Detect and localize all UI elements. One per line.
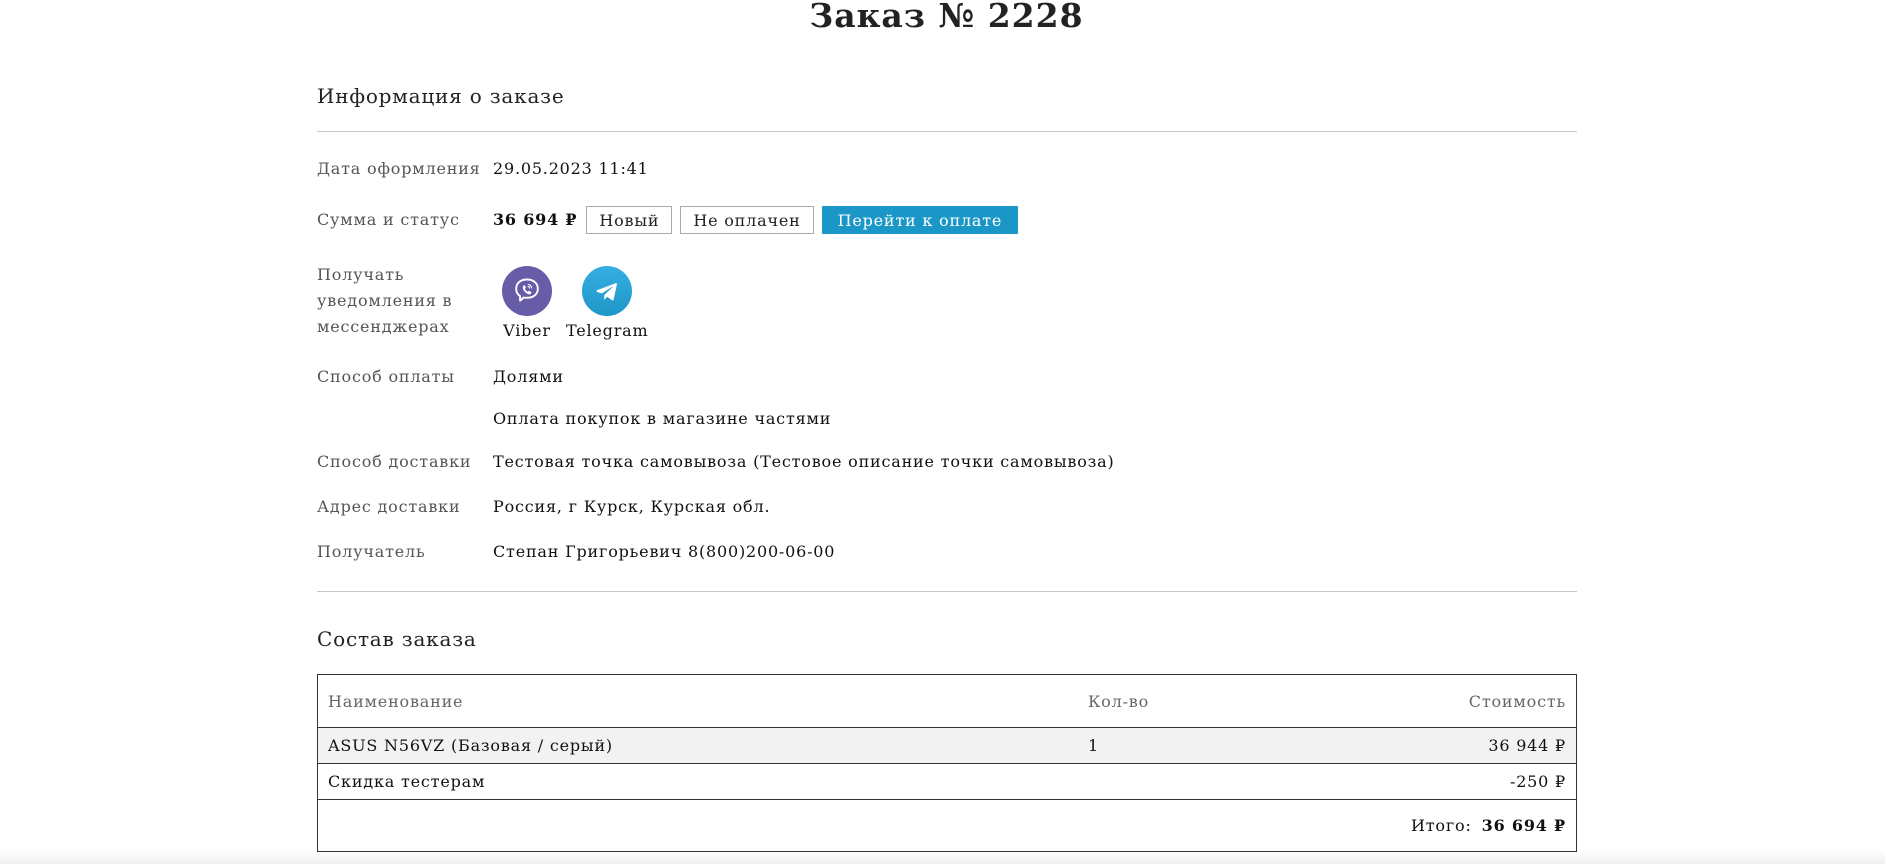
divider xyxy=(317,131,1577,132)
order-composition-heading: Состав заказа xyxy=(317,627,477,651)
delivery-method-label: Способ доставки xyxy=(317,452,472,471)
column-header-name: Наименование xyxy=(317,674,1078,728)
telegram-label: Telegram xyxy=(566,321,649,340)
telegram-icon xyxy=(582,266,633,316)
delivery-method-value: Тестовая точка самовывоза (Тестовое опис… xyxy=(493,452,1115,471)
delivery-address-label: Адрес доставки xyxy=(317,497,461,516)
item-price: -250 ₽ xyxy=(1298,763,1577,800)
order-date-value: 29.05.2023 11:41 xyxy=(493,159,649,178)
table-header-row: Наименование Кол-во Стоимость xyxy=(317,674,1577,728)
order-items-table: Наименование Кол-во Стоимость ASUS N56VZ… xyxy=(317,674,1577,852)
column-header-price: Стоимость xyxy=(1298,674,1577,728)
total-cell: Итого: 36 694 ₽ xyxy=(318,800,1577,852)
recipient-label: Получатель xyxy=(317,542,426,561)
delivery-address-value: Россия, г Курск, Курская обл. xyxy=(493,497,771,516)
table-row: ASUS N56VZ (Базовая / серый) 1 36 944 ₽ xyxy=(317,727,1577,764)
payment-method-value: Долями xyxy=(493,367,564,386)
payment-method-description: Оплата покупок в магазине частями xyxy=(493,409,832,428)
sum-status-label: Сумма и статус xyxy=(317,210,460,229)
telegram-link[interactable]: Telegram xyxy=(566,266,649,344)
viber-icon xyxy=(502,266,552,316)
item-price: 36 944 ₽ xyxy=(1298,727,1577,764)
payment-status-badge: Не оплачен xyxy=(680,206,814,234)
item-name: Скидка тестерам xyxy=(317,763,1078,800)
order-status-badge: Новый xyxy=(586,206,673,234)
go-to-payment-button[interactable]: Перейти к оплате xyxy=(821,206,1019,234)
divider xyxy=(317,591,1577,592)
payment-method-label: Способ оплаты xyxy=(317,367,455,386)
total-value: 36 694 ₽ xyxy=(1481,816,1566,835)
page-title: Заказ № 2228 xyxy=(809,0,1084,35)
order-info-heading: Информация о заказе xyxy=(317,84,565,108)
total-label: Итого: xyxy=(1411,816,1472,835)
table-row: Скидка тестерам -250 ₽ xyxy=(317,763,1577,800)
item-qty xyxy=(1078,763,1298,800)
order-date-label: Дата оформления xyxy=(317,159,481,178)
column-header-qty: Кол-во xyxy=(1078,674,1298,728)
item-name: ASUS N56VZ (Базовая / серый) xyxy=(317,727,1078,764)
total-row: Итого: 36 694 ₽ xyxy=(318,800,1577,852)
recipient-value: Степан Григорьевич 8(800)200-06-00 xyxy=(493,542,836,561)
messenger-list: Viber Telegram xyxy=(502,266,649,344)
item-qty: 1 xyxy=(1078,727,1298,764)
sum-status-row: 36 694 ₽ Новый Не оплачен Перейти к опла… xyxy=(493,206,1019,234)
viber-label: Viber xyxy=(503,321,551,340)
order-sum: 36 694 ₽ xyxy=(493,210,578,229)
bottom-shade xyxy=(0,850,1885,864)
notifications-label: Получать уведомления в мессенджерах xyxy=(317,265,453,336)
viber-link[interactable]: Viber xyxy=(502,266,552,344)
